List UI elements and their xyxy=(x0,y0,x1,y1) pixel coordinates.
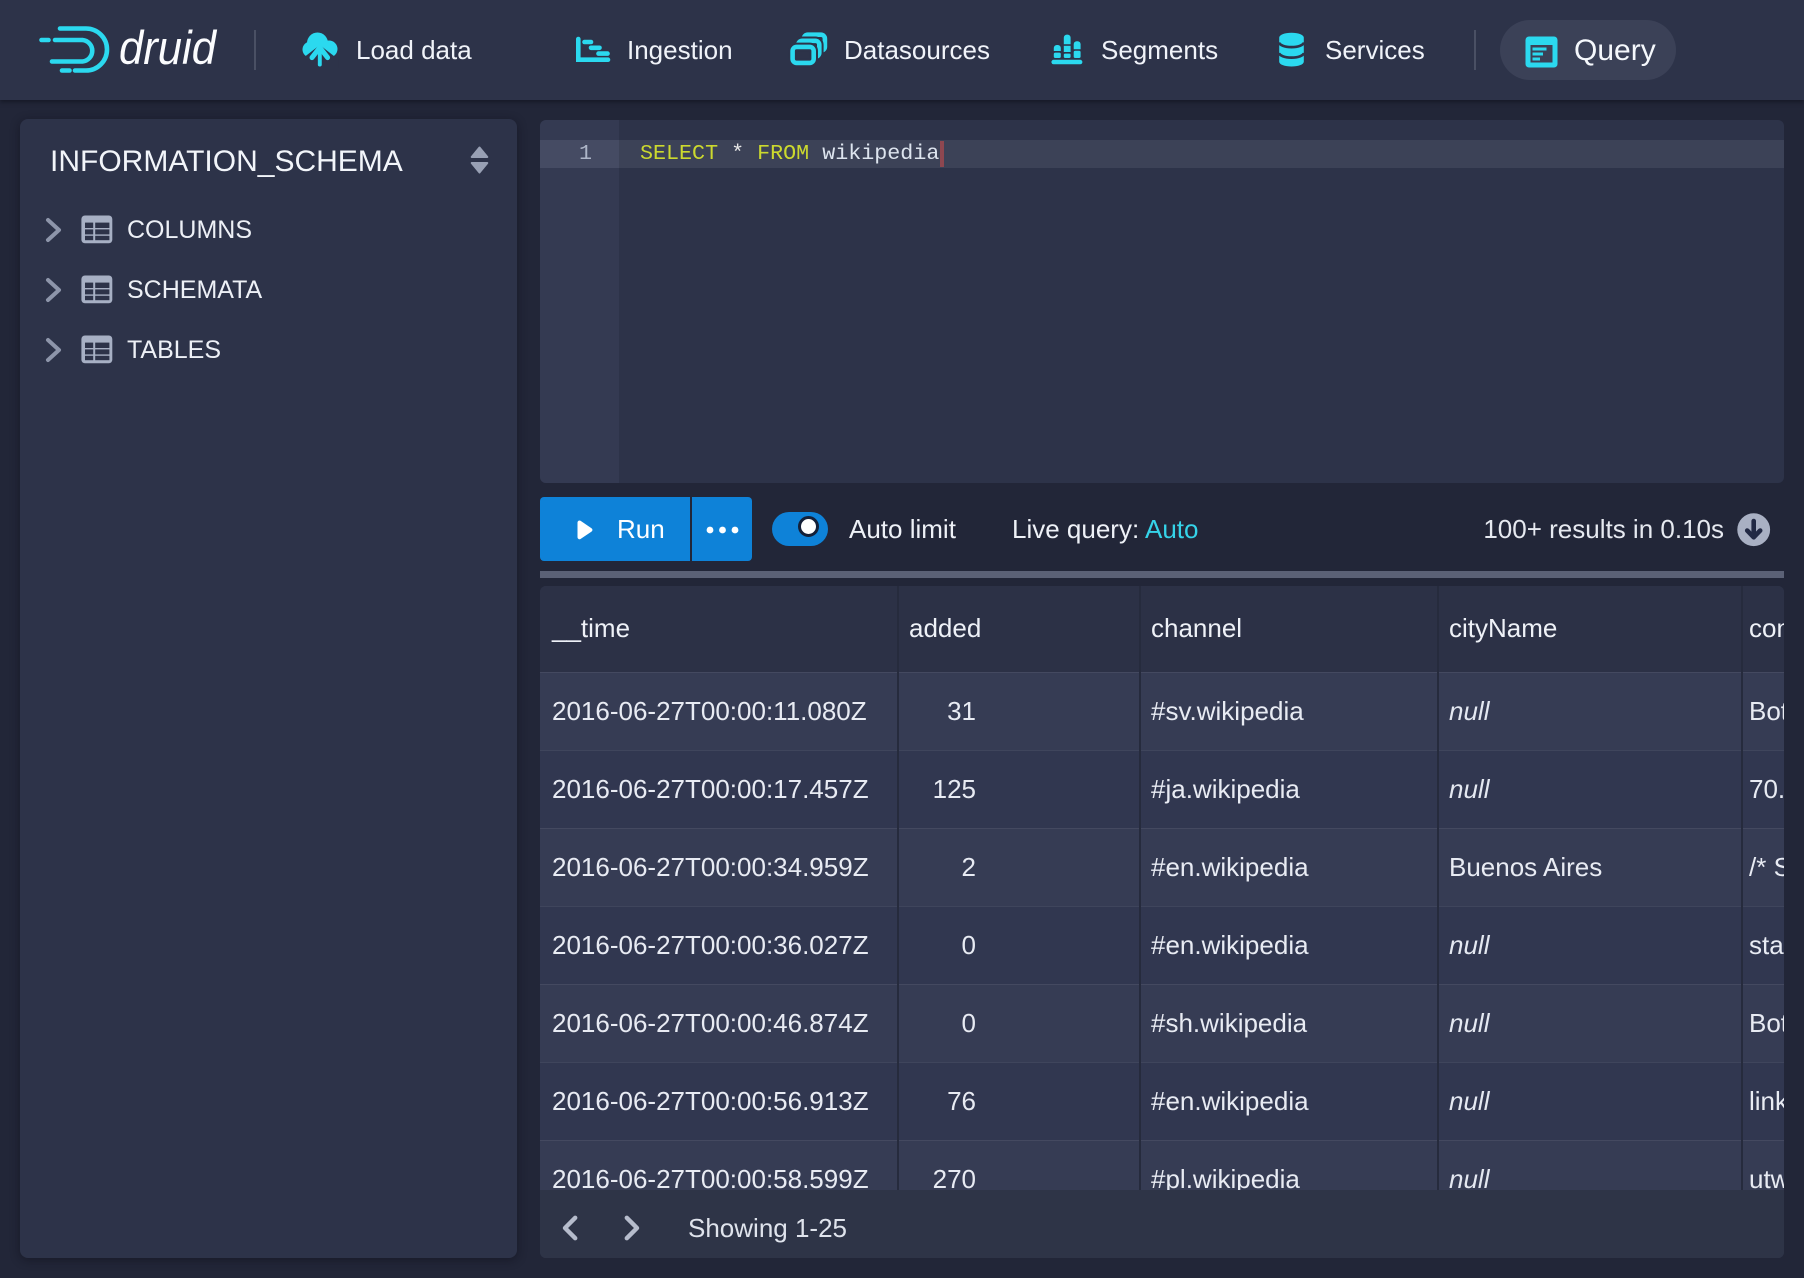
svg-text:druid: druid xyxy=(119,21,218,74)
